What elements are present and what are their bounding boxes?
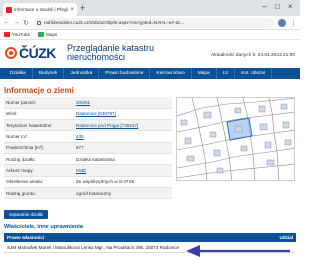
cuzk-logo[interactable]: ČÚZK — [5, 45, 56, 61]
nav-management[interactable]: Kierownictwo — [150, 68, 192, 79]
lock-icon — [37, 20, 41, 25]
pointer-arrow-icon — [186, 245, 290, 257]
forward-icon[interactable]: → — [13, 19, 20, 26]
owners-table-header: Prawo własności Udział — [4, 233, 296, 242]
field-value: ogród botaniczny — [74, 187, 172, 200]
map-svg — [177, 98, 294, 180]
maps-icon — [38, 32, 45, 37]
field-value: Ze współrzędnych w S-JTSK — [74, 176, 172, 188]
nav-cadastral-area[interactable]: Kot. obszar — [235, 68, 273, 79]
bookmark-label: Maps — [46, 32, 58, 37]
nav-map[interactable]: Mapa — [192, 68, 217, 79]
field-label: Powierzchnia [m²]: — [4, 142, 74, 154]
field-value-link[interactable]: Radomice pod Prąga [738247] — [74, 119, 172, 132]
parcel-info-table: Numer parceli: 200/51 Wieś: Radomice [53679… — [4, 97, 172, 200]
favicon-icon — [6, 6, 12, 13]
maximize-icon[interactable]: □ — [275, 2, 280, 11]
field-label: Wieś: — [4, 108, 74, 121]
owner-text: SJM Matoušek Marek i Matoušková Lenka Mg… — [7, 244, 180, 250]
page-title: Informacje o ziemi — [4, 86, 74, 95]
field-value: Działka katastralna — [74, 153, 172, 166]
tab-title: Informace o stavbě | Přeglądanie — [14, 7, 68, 12]
bookmarks-bar: YouTube Maps — [0, 30, 300, 40]
cadastral-map[interactable] — [176, 97, 295, 181]
table-row: Określenie areału: Ze współrzędnych w S-J… — [4, 176, 172, 188]
field-label: Rodzaj gruntu: — [4, 187, 74, 200]
table-row: Numer LV: 436 — [4, 130, 172, 143]
field-value-link[interactable]: 200/51 — [74, 97, 172, 109]
field-label: Rodzaj działki: — [4, 153, 74, 166]
ownership-right-header: Prawo własności — [7, 235, 45, 240]
menu-kebab-icon[interactable]: ⋮ — [290, 19, 297, 27]
share-header: Udział — [279, 235, 293, 240]
bookmark-maps[interactable]: Maps — [38, 32, 57, 37]
close-window-icon[interactable]: × — [288, 2, 293, 11]
reload-icon[interactable]: ↻ — [23, 19, 29, 27]
site-header: ČÚZK Przeglądanie katastru nieruchomości… — [0, 40, 300, 68]
address-bar-row: ← → ↻ nahlizenidokn.cuzk.cz/ZobrazObjekt… — [0, 16, 300, 30]
nav-building[interactable]: Budynek — [33, 68, 65, 79]
browser-tab[interactable]: Informace o stavbě | Přeglądanie × — [3, 3, 77, 16]
field-value-link[interactable]: KMD — [74, 164, 172, 177]
browser-tabbar: Informace o stavbě | Přeglądanie × + – □… — [0, 0, 300, 16]
nav-unit[interactable]: Jednostka — [64, 68, 100, 79]
field-label: Arkusz mapy: — [4, 164, 74, 177]
bookmark-label: YouTube — [12, 32, 31, 37]
field-label: Numer LV: — [4, 130, 74, 143]
field-value-link[interactable]: 436 — [74, 130, 172, 143]
logo-text: ČÚZK — [19, 45, 56, 61]
table-row: Rodzaj działki: Działka katastralna — [4, 153, 172, 166]
nav-building-right[interactable]: Prawo budowlane — [99, 68, 151, 79]
url-text[interactable]: nahlizenidokn.cuzk.cz/ZobrazObjekt.aspx?… — [44, 20, 270, 25]
table-row: Terytorium katastralne: Radomice pod Prąg… — [4, 119, 172, 132]
data-updated-text: Aktualność danych k: 24.04.2023 21:00 — [210, 53, 295, 58]
field-label: Terytorium katastralne: — [4, 119, 74, 132]
table-row: Wieś: Radomice [536797] — [4, 108, 172, 121]
owners-title: Właściciele, inne uprawnienia — [4, 224, 83, 230]
nav-parcel[interactable]: Działka — [4, 68, 33, 79]
cuzk-logo-mark-icon — [5, 47, 17, 59]
site-title: Przeglądanie katastru nieruchomości — [67, 43, 155, 62]
close-tab-icon[interactable]: × — [70, 7, 74, 13]
field-label: Numer parceli: — [4, 97, 74, 109]
table-row: Numer parceli: 200/51 — [4, 97, 172, 109]
profile-avatar[interactable] — [278, 18, 286, 27]
table-row: Rodzaj gruntu: ogród botaniczny — [4, 187, 172, 200]
neighbor-parcels-button[interactable]: Sąsiednie działki — [4, 210, 49, 219]
minimize-icon[interactable]: – — [262, 2, 266, 11]
bookmark-youtube[interactable]: YouTube — [4, 32, 30, 37]
address-bar[interactable]: nahlizenidokn.cuzk.cz/ZobrazObjekt.aspx?… — [33, 17, 274, 28]
nav-lv[interactable]: LV — [217, 68, 236, 79]
field-value: 677 — [74, 142, 172, 154]
table-row: Arkusz mapy: KMD — [4, 164, 172, 177]
field-label: Określenie areału: — [4, 176, 74, 188]
back-icon[interactable]: ← — [3, 19, 10, 26]
youtube-icon — [4, 32, 10, 37]
field-value-link[interactable]: Radomice [536797] — [74, 108, 172, 121]
main-nav: Działka Budynek Jednostka Prawo budowlan… — [0, 68, 300, 79]
table-row: Powierzchnia [m²]: 677 — [4, 142, 172, 154]
new-tab-icon[interactable]: + — [80, 3, 85, 14]
